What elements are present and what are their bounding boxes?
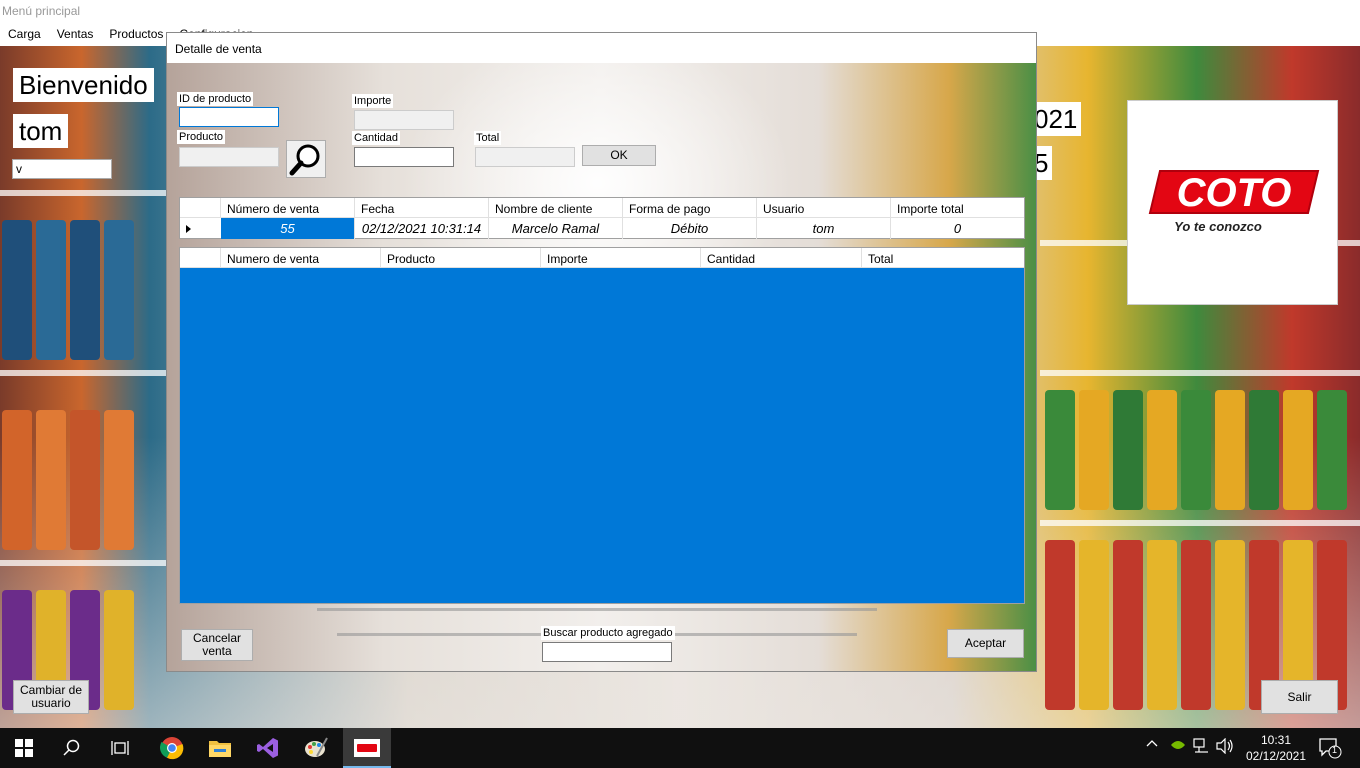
col-user[interactable]: Usuario (757, 198, 891, 218)
items-col-total[interactable]: Total (862, 248, 1024, 268)
items-grid-header: Numero de venta Producto Importe Cantida… (180, 248, 1024, 268)
cell-user[interactable]: tom (757, 218, 891, 239)
notification-center-button[interactable]: 1 (1318, 737, 1342, 762)
network-icon[interactable] (1193, 738, 1209, 757)
task-view-icon (111, 741, 129, 755)
col-sale-number[interactable]: Número de venta (221, 198, 355, 218)
sale-grid: Número de venta Fecha Nombre de cliente … (179, 197, 1025, 239)
folder-icon (209, 741, 231, 757)
cell-client-name[interactable]: Marcelo Ramal (489, 218, 623, 239)
search-product-button[interactable] (286, 140, 326, 178)
product-label: Producto (177, 130, 226, 144)
items-col-quantity[interactable]: Cantidad (701, 248, 862, 268)
main-title-bar: Menú principal (0, 0, 1360, 23)
username-label: tom (13, 114, 69, 148)
menu-productos[interactable]: Productos (101, 23, 171, 46)
nvidia-icon[interactable] (1170, 738, 1186, 755)
sale-detail-dialog: Detalle de venta ID de producto Producto… (166, 32, 1037, 672)
windows-taskbar: 10:31 02/12/2021 1 (0, 728, 1360, 768)
system-clock[interactable]: 10:31 02/12/2021 (1236, 732, 1316, 764)
cell-date[interactable]: 02/12/2021 10:31:14 (355, 218, 489, 239)
search-added-product-input[interactable] (542, 642, 672, 662)
task-view-button[interactable] (96, 728, 144, 768)
cell-payment-method[interactable]: Débito (623, 218, 757, 239)
menu-ventas[interactable]: Ventas (49, 23, 102, 46)
dialog-body: ID de producto Producto Importe Cantidad… (167, 63, 1036, 671)
col-date[interactable]: Fecha (355, 198, 489, 218)
chrome-taskbar-button[interactable] (148, 728, 196, 768)
search-taskbar-button[interactable] (48, 728, 96, 768)
cancel-sale-button[interactable]: Cancelar venta (181, 629, 253, 661)
file-explorer-taskbar-button[interactable] (196, 728, 244, 768)
menu-carga[interactable]: Carga (0, 23, 49, 46)
main-window-title: Menú principal (2, 4, 81, 18)
row-header-corner (180, 198, 221, 218)
start-button[interactable] (0, 728, 48, 768)
change-user-button[interactable]: Cambiar de usuario (13, 680, 89, 714)
show-hidden-icons-chevron-icon[interactable] (1146, 738, 1158, 753)
cell-total-amount[interactable]: 0 (891, 218, 1024, 239)
clock-time: 10:31 (1260, 733, 1292, 747)
total-field (475, 147, 575, 167)
product-field (179, 147, 279, 167)
col-payment-method[interactable]: Forma de pago (623, 198, 757, 218)
items-row-header-corner (180, 248, 221, 268)
product-id-label: ID de producto (177, 92, 254, 106)
cell-sale-number[interactable]: 55 (221, 218, 355, 239)
dialog-title-bar: Detalle de venta (167, 33, 1036, 63)
items-col-sale-number[interactable]: Numero de venta (221, 248, 381, 268)
paint-taskbar-button[interactable] (292, 728, 340, 768)
magnifier-icon (289, 144, 320, 176)
ok-button[interactable]: OK (582, 145, 656, 166)
quantity-input[interactable] (354, 147, 454, 167)
items-grid[interactable]: Numero de venta Producto Importe Cantida… (179, 247, 1025, 604)
svg-text:COTO: COTO (1177, 171, 1292, 215)
coto-app-icon (354, 739, 380, 757)
coto-app-taskbar-button[interactable] (343, 728, 391, 768)
search-added-product-label: Buscar producto agregado (541, 626, 675, 640)
search-icon (63, 739, 80, 756)
notification-icon (1319, 738, 1342, 759)
clock-date: 02/12/2021 (1245, 749, 1307, 763)
palette-icon (305, 737, 328, 757)
items-col-product[interactable]: Producto (381, 248, 541, 268)
col-total-amount[interactable]: Importe total (891, 198, 1024, 218)
coto-logo-graphic: COTO Yo te conozco (1148, 170, 1320, 234)
quantity-label: Cantidad (352, 131, 401, 145)
chrome-icon (160, 737, 184, 760)
year-label: 021 (1030, 102, 1082, 136)
product-id-input[interactable] (179, 107, 279, 127)
notification-count: 1 (1332, 745, 1338, 755)
total-label: Total (474, 131, 502, 145)
welcome-label: Bienvenido (13, 68, 154, 102)
coto-logo: COTO Yo te conozco (1127, 100, 1338, 305)
svg-text:Yo te conozco: Yo te conozco (1174, 219, 1262, 234)
items-col-price[interactable]: Importe (541, 248, 701, 268)
price-field (354, 110, 454, 130)
accept-button[interactable]: Aceptar (947, 629, 1024, 658)
visual-studio-icon (257, 738, 278, 758)
dialog-title: Detalle de venta (175, 42, 262, 56)
current-row-arrow-icon (186, 225, 191, 233)
price-label: Importe (352, 94, 394, 108)
volume-icon[interactable] (1216, 737, 1234, 757)
exit-button[interactable]: Salir (1261, 680, 1338, 714)
windows-logo-icon (15, 739, 33, 757)
visual-studio-taskbar-button[interactable] (244, 728, 292, 768)
side-text-input[interactable]: v (12, 159, 112, 179)
col-client-name[interactable]: Nombre de cliente (489, 198, 623, 218)
